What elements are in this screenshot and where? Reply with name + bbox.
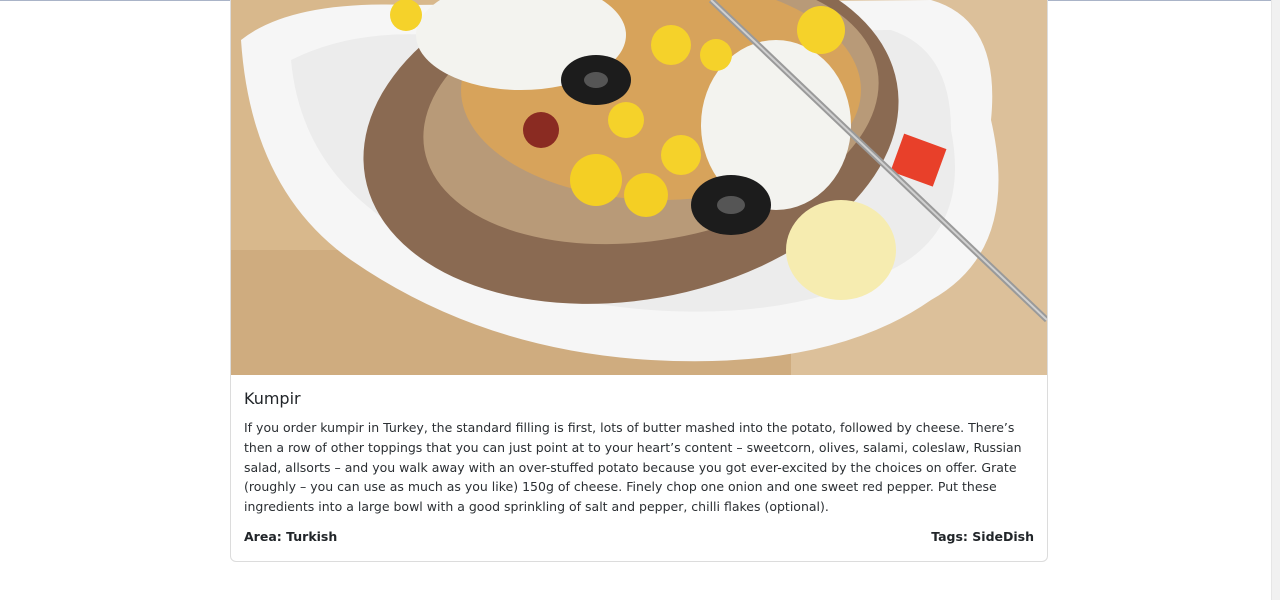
meal-image bbox=[231, 0, 1047, 375]
meal-card: Kumpir If you order kumpir in Turkey, th… bbox=[230, 0, 1048, 562]
meal-tags: Tags: SideDish bbox=[931, 528, 1034, 544]
meal-area: Area: Turkish bbox=[244, 528, 338, 544]
meal-description: If you order kumpir in Turkey, the stand… bbox=[244, 420, 1022, 515]
meal-title: Kumpir bbox=[244, 389, 301, 408]
meal-meta: Area: Turkish Tags: SideDish bbox=[244, 529, 1034, 544]
card-body: Kumpir If you order kumpir in Turkey, th… bbox=[231, 375, 1047, 544]
page-scrollbar[interactable] bbox=[1271, 0, 1280, 600]
